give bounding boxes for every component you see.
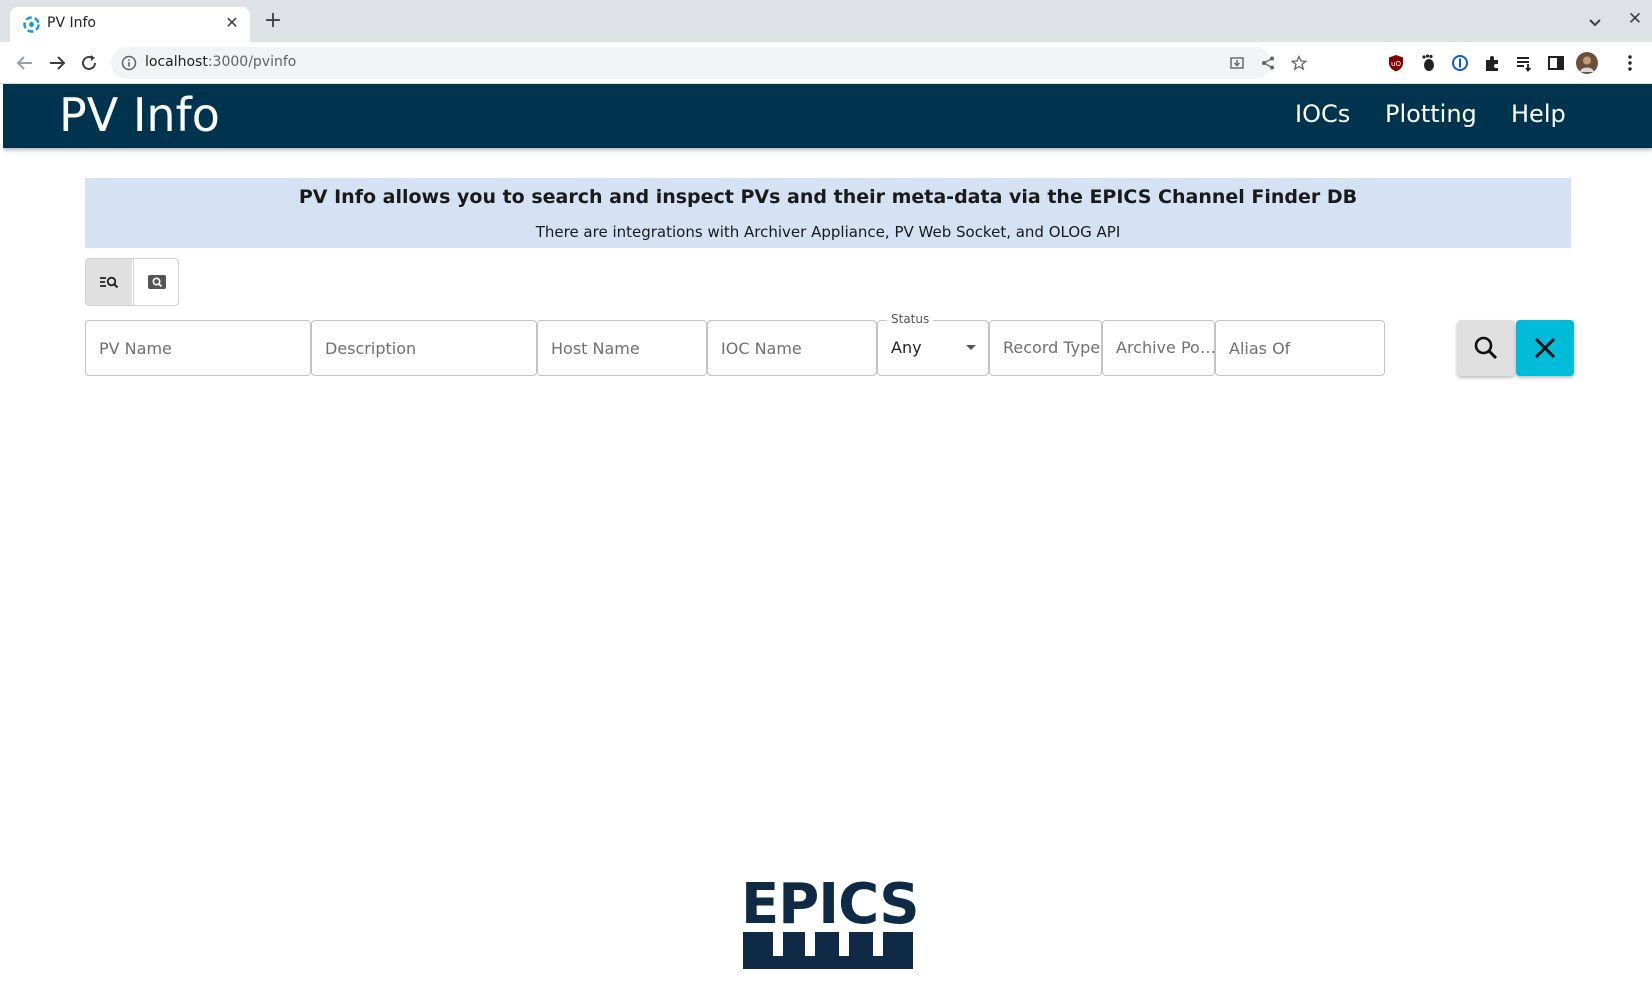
reading-list-icon[interactable] <box>1514 53 1534 73</box>
nav-iocs-link[interactable]: IOCs <box>1295 100 1350 128</box>
browser-tab[interactable]: PV Info ✕ <box>10 7 250 42</box>
browser-menu-icon[interactable] <box>1620 53 1640 73</box>
free-search-toggle[interactable] <box>133 259 178 305</box>
search-button[interactable] <box>1457 320 1515 376</box>
list-search-icon <box>100 276 119 289</box>
status-select[interactable]: Status Any <box>877 312 989 376</box>
alias-of-input[interactable] <box>1216 321 1384 375</box>
browser-toolbar: localhost:3000/pvinfo uO <box>0 42 1652 84</box>
epics-logo-text: EPICS <box>741 872 920 937</box>
epics-logo: EPICS <box>741 872 920 986</box>
url-host: localhost <box>145 54 208 70</box>
pv-name-field[interactable] <box>85 320 311 376</box>
search-box-icon <box>148 275 166 289</box>
password-manager-icon[interactable] <box>1450 53 1470 73</box>
svg-text:uO: uO <box>1391 60 1401 68</box>
side-panel-icon[interactable] <box>1546 53 1566 73</box>
app-brand[interactable]: PV Info <box>59 88 220 142</box>
archive-policy-field[interactable]: Archive Po… <box>1102 320 1216 376</box>
profile-avatar[interactable] <box>1576 52 1598 74</box>
archive-policy-placeholder: Archive Po… <box>1116 338 1216 357</box>
record-type-placeholder: Record Type <box>1003 338 1101 357</box>
url-path: :3000/pvinfo <box>207 54 297 70</box>
reload-icon[interactable] <box>78 52 100 74</box>
nav-plotting-link[interactable]: Plotting <box>1385 100 1477 128</box>
description-field[interactable] <box>311 320 537 376</box>
host-name-field[interactable] <box>537 320 707 376</box>
tab-search-chevron-icon[interactable] <box>1586 13 1604 31</box>
alias-of-field[interactable] <box>1215 320 1385 376</box>
tab-title: PV Info <box>47 15 96 31</box>
tab-strip: PV Info ✕ + ✕ <box>0 0 1652 42</box>
app-favicon-icon <box>23 16 40 33</box>
new-tab-icon[interactable]: + <box>262 10 284 33</box>
status-value: Any <box>891 338 922 357</box>
host-name-input[interactable] <box>538 321 706 375</box>
search-mode-toggle-group <box>85 258 179 306</box>
ioc-name-field[interactable] <box>707 320 877 376</box>
nav-help-link[interactable]: Help <box>1511 100 1566 128</box>
close-icon <box>1534 337 1556 359</box>
standard-search-toggle[interactable] <box>86 259 132 305</box>
banner-subtitle: There are integrations with Archiver App… <box>535 223 1121 241</box>
forward-arrow-icon[interactable] <box>46 52 68 74</box>
search-icon <box>1474 336 1498 360</box>
info-banner: PV Info allows you to search and inspect… <box>85 178 1571 248</box>
record-type-field[interactable]: Record Type <box>989 320 1102 376</box>
page-content: PV Info IOCs Plotting Help PV Info allow… <box>3 84 1652 986</box>
extensions-puzzle-icon[interactable] <box>1482 53 1502 73</box>
share-icon[interactable] <box>1260 55 1276 71</box>
status-label: Status <box>887 312 934 326</box>
clear-button[interactable] <box>1516 320 1574 376</box>
address-bar[interactable]: localhost:3000/pvinfo <box>111 47 1307 79</box>
pv-name-input[interactable] <box>86 321 310 375</box>
ioc-name-input[interactable] <box>708 321 876 375</box>
gnome-extension-icon[interactable] <box>1418 53 1438 73</box>
tab-close-icon[interactable]: ✕ <box>222 13 242 33</box>
site-info-icon[interactable] <box>121 55 137 71</box>
ublock-shield-icon[interactable]: uO <box>1386 53 1406 73</box>
dropdown-arrow-icon <box>966 345 976 350</box>
window-close-icon[interactable]: ✕ <box>1624 9 1646 31</box>
url-text: localhost:3000/pvinfo <box>145 54 296 70</box>
bookmark-star-icon[interactable] <box>1291 55 1307 71</box>
banner-title: PV Info allows you to search and inspect… <box>298 186 1358 208</box>
back-arrow-icon[interactable] <box>14 52 36 74</box>
epics-logo-bars <box>743 932 913 969</box>
app-header: PV Info IOCs Plotting Help <box>3 84 1652 148</box>
install-app-icon[interactable] <box>1229 55 1245 71</box>
description-input[interactable] <box>312 321 536 375</box>
browser-window: PV Info ✕ + ✕ localhost:3000/pvinfo uO P… <box>0 0 1652 986</box>
